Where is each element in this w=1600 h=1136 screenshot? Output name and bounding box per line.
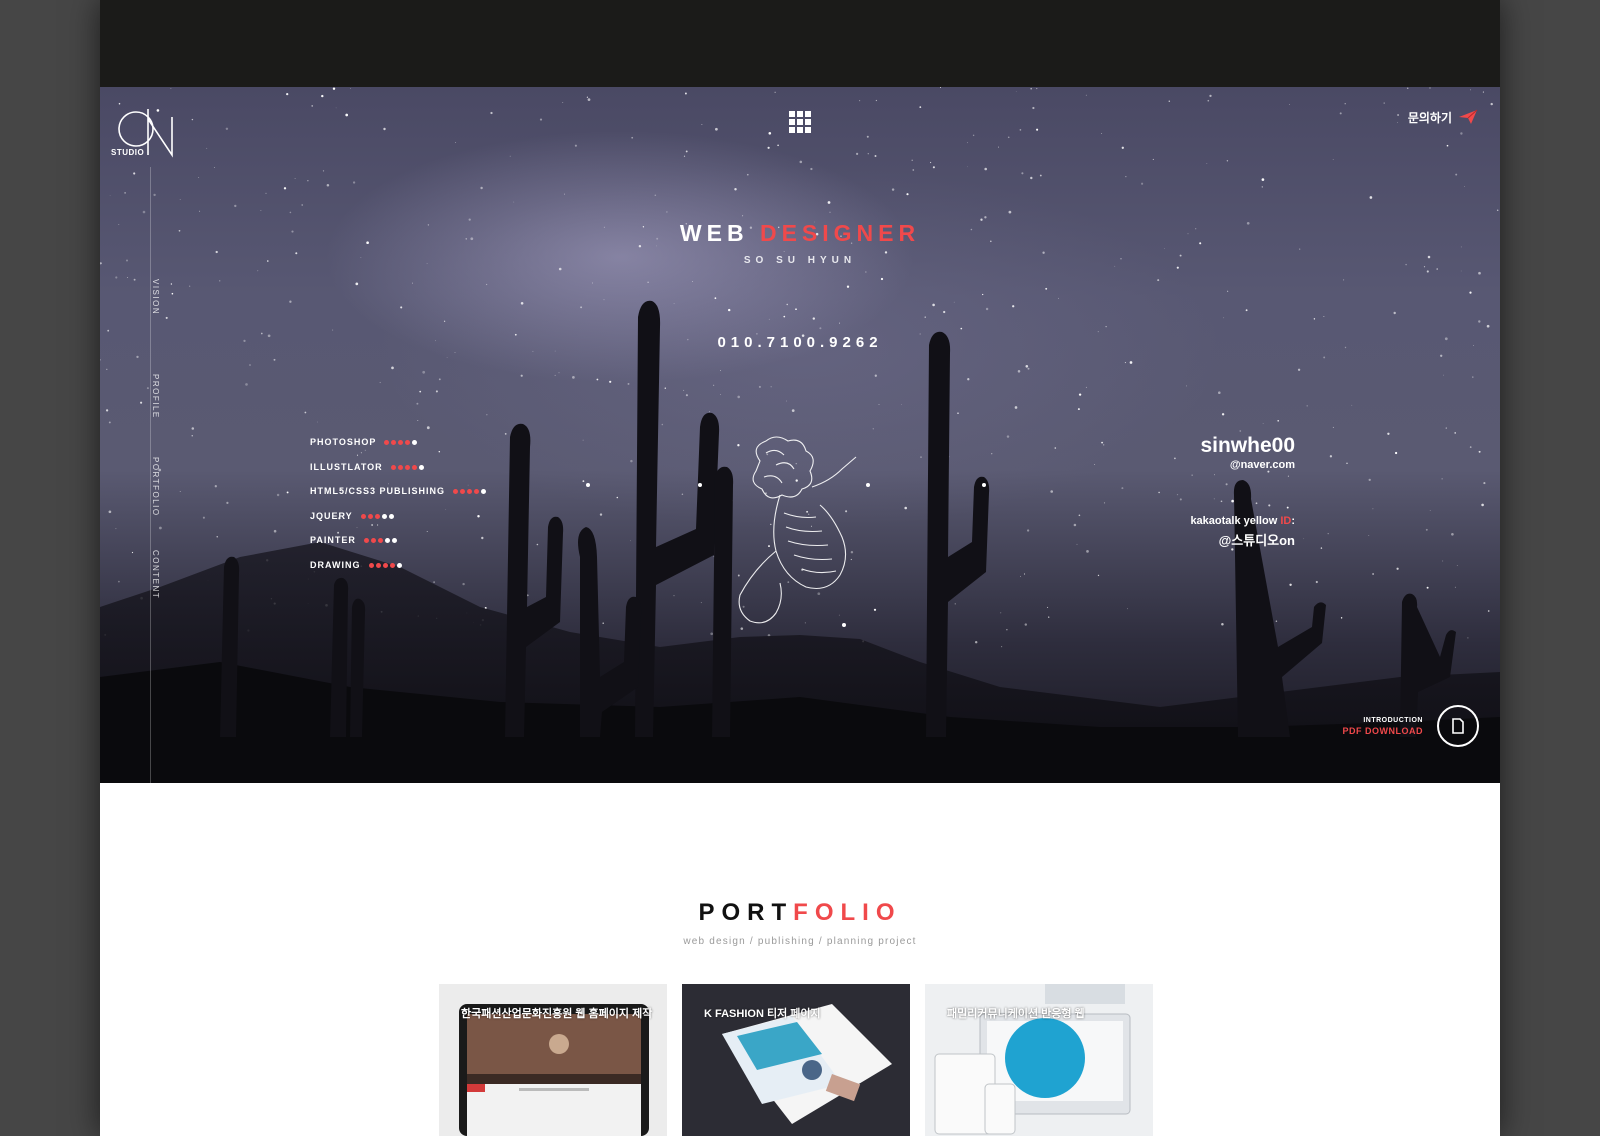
pdf-download-button[interactable]	[1437, 705, 1479, 747]
skill-dot	[382, 562, 388, 568]
skill-dot	[411, 464, 417, 470]
skill-dot	[398, 439, 404, 445]
skill-dot	[418, 464, 424, 470]
skill-dot	[390, 464, 396, 470]
skill-dot	[404, 464, 410, 470]
portfolio-section: PORTFOLIO web design / publishing / plan…	[100, 783, 1500, 1136]
skill-dot	[363, 537, 369, 543]
hero-title-part1: WEB	[679, 220, 749, 246]
pdf-download-label: PDF DOWNLOAD	[1342, 726, 1423, 736]
portfolio-card-2[interactable]: K FASHION 티저 페이지	[682, 984, 910, 1136]
side-nav-content[interactable]: CONTENT	[151, 550, 160, 599]
kakao-label-prefix: kakaotalk yellow	[1190, 515, 1281, 527]
skill-row: PAINTER	[310, 535, 397, 545]
menu-grid-icon[interactable]	[789, 111, 811, 133]
skill-dot	[391, 537, 397, 543]
hero-title: WEB DESIGNER	[100, 220, 1500, 247]
portfolio-title-part2: FOLIO	[793, 899, 902, 926]
logo-text: STUDIO	[111, 148, 145, 157]
contact-button[interactable]: 문의하기	[1408, 107, 1478, 127]
skill-dot	[367, 513, 373, 519]
skill-dot	[474, 488, 480, 494]
skill-dot	[368, 562, 374, 568]
skill-dot	[391, 439, 397, 445]
email-user: sinwhe00	[1200, 434, 1295, 457]
side-nav-portfolio[interactable]: PORTFOLIO	[151, 457, 160, 517]
skill-dot	[460, 488, 466, 494]
side-nav-vision[interactable]: VISION	[151, 279, 160, 315]
email-block: sinwhe00 @naver.com	[1200, 434, 1295, 471]
skill-rating	[368, 562, 402, 568]
portfolio-title: PORTFOLIO	[100, 899, 1500, 927]
kakao-label-accent: ID	[1280, 515, 1292, 527]
kakao-id: @스튜디오on	[1218, 533, 1295, 548]
skill-rating	[453, 488, 487, 494]
skill-dot	[360, 513, 366, 519]
pdf-small-label: INTRODUCTION	[1363, 717, 1423, 724]
kakao-label-suffix: :	[1291, 515, 1295, 527]
skill-dot	[453, 488, 459, 494]
skill-dot	[374, 513, 380, 519]
portfolio-card-3[interactable]: 패밀리커뮤니케이션 반응형 웹	[925, 984, 1153, 1136]
portfolio-card-3-label: 패밀리커뮤니케이션 반응형 웹	[947, 1008, 1085, 1020]
portfolio-card-2-label: K FASHION 티저 페이지	[704, 1008, 821, 1020]
skill-dot	[384, 439, 390, 445]
skill-dot	[377, 537, 383, 543]
skill-dot	[412, 439, 418, 445]
portfolio-title-part1: PORT	[698, 899, 794, 926]
skill-dot	[405, 439, 411, 445]
skill-name: JQUERY	[310, 511, 353, 521]
pdf-download-text[interactable]: INTRODUCTION PDF DOWNLOAD	[1343, 717, 1424, 736]
diamond-illustration	[586, 436, 986, 627]
skill-dot	[396, 562, 402, 568]
skill-row: DRAWING	[310, 560, 402, 570]
skill-dot	[397, 464, 403, 470]
skill-row: JQUERY	[310, 511, 394, 521]
document-icon	[1452, 718, 1464, 734]
portfolio-subtitle: web design / publishing / planning proje…	[683, 936, 917, 947]
skill-row: ILLUSTLATOR	[310, 462, 424, 472]
hero-subtitle: SO SU HYUN	[743, 255, 857, 266]
hero-section: STUDIO 문의하기 VISION PROFILE PORTFOLIO CON…	[100, 87, 1500, 783]
skill-row: HTML5/CSS3 PUBLISHING	[310, 486, 487, 496]
portfolio-card-1[interactable]: 한국패션산업문화진흥원 웹 홈페이지 제작	[439, 984, 667, 1136]
portfolio-card-1-label: 한국패션산업문화진흥원 웹 홈페이지 제작	[461, 1008, 653, 1020]
skill-name: DRAWING	[310, 560, 361, 570]
skill-rating	[363, 537, 397, 543]
skill-rating	[360, 513, 394, 519]
skill-row: PHOTOSHOP	[310, 437, 418, 447]
skill-dot	[467, 488, 473, 494]
kakao-block: kakaotalk yellow ID: @스튜디오on	[1190, 515, 1295, 549]
kakao-label: kakaotalk yellow ID:	[1190, 515, 1295, 527]
skill-dot	[481, 488, 487, 494]
email-domain: @naver.com	[1229, 459, 1295, 471]
side-nav-profile[interactable]: PROFILE	[151, 374, 160, 419]
page-frame: STUDIO 문의하기 VISION PROFILE PORTFOLIO CON…	[100, 0, 1500, 1136]
paper-plane-icon	[1459, 109, 1478, 124]
skill-rating	[390, 464, 424, 470]
top-bar	[100, 0, 1500, 87]
skill-name: ILLUSTLATOR	[310, 462, 383, 472]
skill-name: PHOTOSHOP	[310, 437, 377, 447]
skill-dot	[384, 537, 390, 543]
contact-label: 문의하기	[1407, 110, 1452, 125]
skill-rating	[384, 439, 418, 445]
skill-dot	[370, 537, 376, 543]
skill-dot	[389, 562, 395, 568]
skill-name: HTML5/CSS3 PUBLISHING	[310, 486, 446, 496]
skill-dot	[388, 513, 394, 519]
skill-dot	[381, 513, 387, 519]
skill-dot	[375, 562, 381, 568]
hero-title-part2: DESIGNER	[759, 220, 921, 246]
skill-name: PAINTER	[310, 535, 356, 545]
